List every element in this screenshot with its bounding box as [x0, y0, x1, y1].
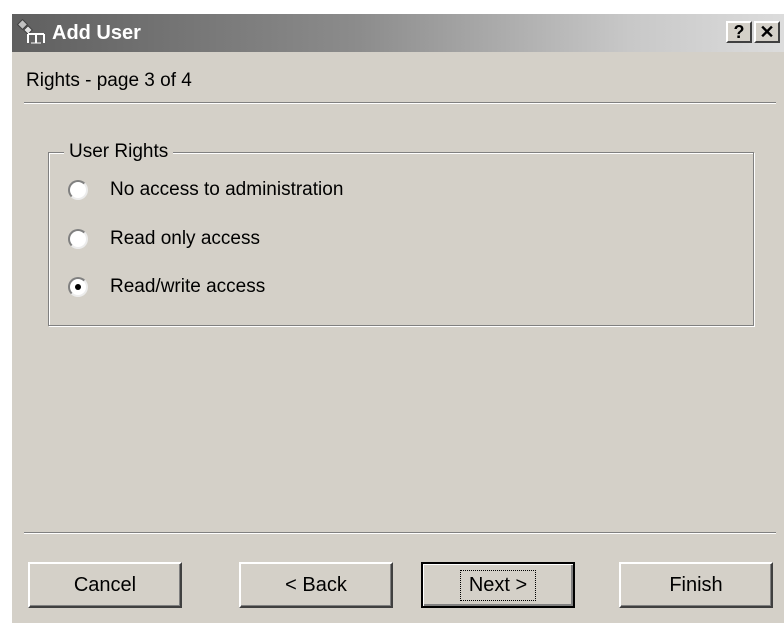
next-button-label: Next >	[459, 569, 537, 601]
wizard-page-subtitle: Rights - page 3 of 4	[26, 70, 192, 91]
back-button[interactable]: < Back	[239, 562, 393, 608]
radio-button-icon[interactable]	[68, 180, 88, 200]
user-rights-legend: User Rights	[64, 141, 174, 163]
close-button[interactable]: ✕	[754, 21, 780, 43]
help-button[interactable]: ?	[726, 21, 752, 43]
users-network-icon	[16, 19, 45, 44]
finish-button[interactable]: Finish	[619, 562, 773, 608]
radio-read-write[interactable]: Read/write access	[68, 274, 265, 300]
radio-button-icon[interactable]	[68, 277, 88, 297]
radio-read-write-label: Read/write access	[110, 276, 266, 297]
back-button-label: < Back	[285, 573, 347, 596]
cancel-button[interactable]: Cancel	[28, 562, 182, 608]
finish-button-label: Finish	[669, 573, 723, 596]
radio-button-icon[interactable]	[68, 229, 88, 249]
radio-no-access[interactable]: No access to administration	[68, 177, 343, 203]
dialog-title: Add User	[52, 22, 141, 44]
radio-no-access-label: No access to administration	[110, 179, 344, 200]
header-divider	[24, 102, 776, 104]
cancel-button-label: Cancel	[73, 573, 137, 596]
title-bar[interactable]: Add User ? ✕	[12, 14, 784, 52]
radio-read-only[interactable]: Read only access	[68, 226, 260, 252]
add-user-dialog: Add User ? ✕ Rights - page 3 of 4 User R…	[10, 12, 784, 623]
next-button[interactable]: Next >	[421, 562, 575, 608]
radio-read-only-label: Read only access	[110, 228, 260, 249]
footer-divider	[24, 532, 776, 534]
